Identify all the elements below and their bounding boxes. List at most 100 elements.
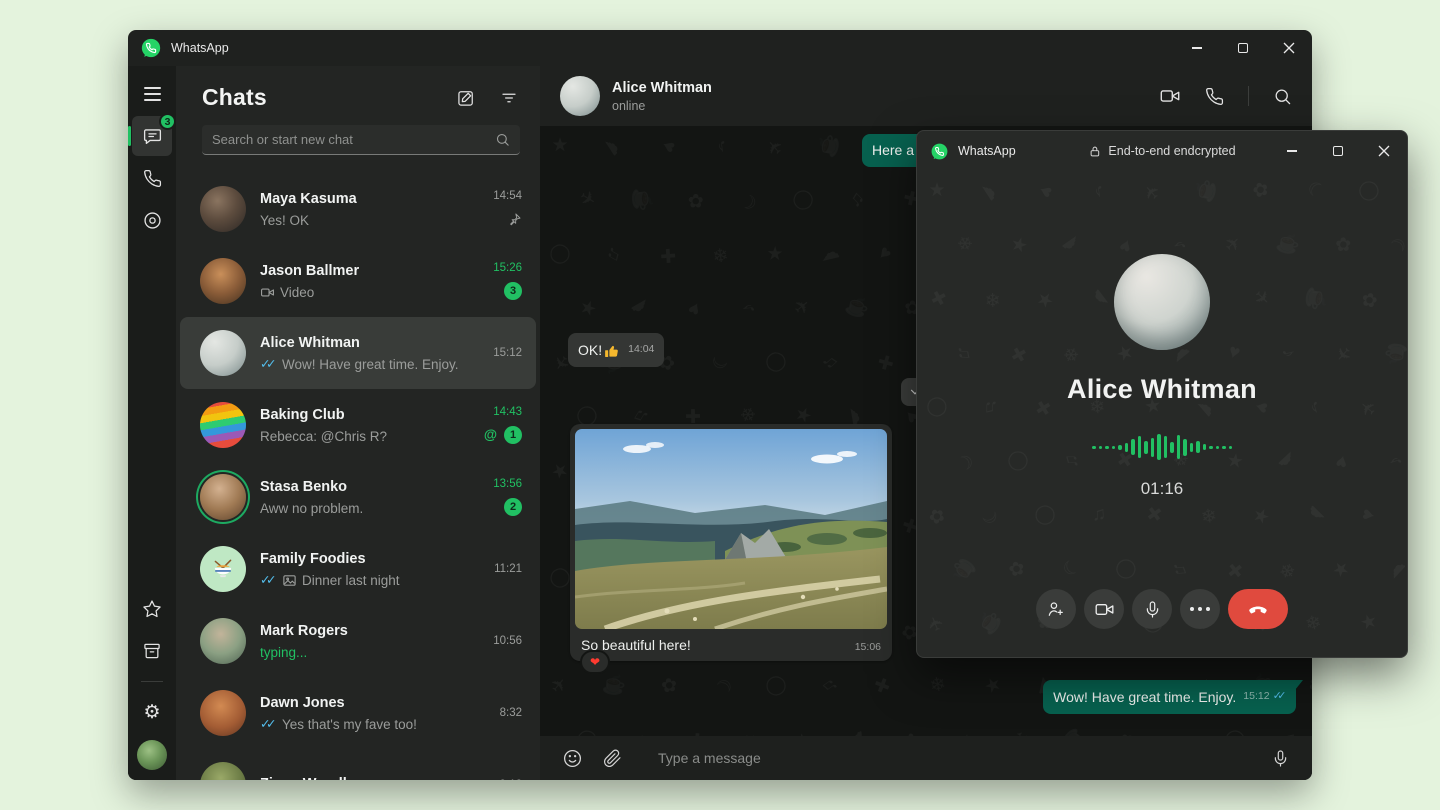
menu-button[interactable] [132,74,172,114]
attach-button[interactable] [603,749,622,768]
nav-chats[interactable]: 3 [132,116,172,156]
chats-icon [142,126,163,147]
chats-title: Chats [202,84,267,111]
chat-name: Maya Kasuma [260,189,473,209]
more-icon [1190,607,1210,611]
chat-list-item[interactable]: Stasa BenkoAww no problem.13:562 [180,461,536,533]
nav-settings[interactable]: ⚙ [132,692,172,732]
add-participant-button[interactable] [1036,589,1076,629]
chat-timestamp: 11:21 [494,563,522,576]
chat-list-item[interactable]: Maya KasumaYes! OK14:54 [180,173,536,245]
chat-list-item[interactable]: Ziggy Woodley 9:12 [180,749,536,780]
chat-avatar [200,690,246,736]
chat-list-item[interactable]: Mark Rogerstyping...10:56 [180,605,536,677]
mention-indicator: @ [484,426,497,444]
chat-avatar [200,330,246,376]
rail-divider [141,681,163,682]
maximize-button[interactable] [1220,30,1266,66]
profile-avatar[interactable] [137,740,167,770]
voice-call-button[interactable] [1205,87,1224,106]
chat-list-item[interactable]: Jason Ballmer Video 15:26 3 [180,245,536,317]
message-incoming[interactable]: OK! 14:04 [568,333,664,367]
call-maximize-button[interactable] [1315,131,1361,171]
search-in-chat-button[interactable] [1273,87,1292,106]
chat-name: Family Foodies [260,549,474,569]
chats-panel: Chats [176,66,540,780]
conversation-header[interactable]: Alice Whitman online [540,66,1312,126]
search-placeholder: Search or start new chat [212,132,495,147]
chat-list-item[interactable]: Baking ClubRebecca: @Chris R?14:43@1 [180,389,536,461]
call-minimize-button[interactable] [1269,131,1315,171]
chat-name: Alice Whitman [260,333,473,353]
chat-name: Ziggy Woodley [260,774,480,780]
chat-avatar [200,474,246,520]
paperclip-icon [603,749,622,768]
end-call-icon [1246,597,1270,621]
call-titlebar: WhatsApp End-to-end endcrypted [917,131,1407,171]
read-receipt-icon: ✓✓ [1273,687,1286,706]
message-image[interactable]: So beautiful here! 15:06 ❤ [570,424,892,661]
toggle-mic-button[interactable] [1132,589,1172,629]
minimize-button[interactable] [1174,30,1220,66]
active-indicator [128,126,131,146]
end-call-button[interactable] [1228,589,1288,629]
nav-archived[interactable] [132,631,172,671]
chat-avatar [200,258,246,304]
filter-icon [500,89,518,107]
emoji-icon [562,748,583,769]
contact-name: Alice Whitman [612,79,712,97]
new-chat-button[interactable] [456,88,476,108]
message-outgoing[interactable]: Wow! Have great time. Enjoy. 15:12 ✓✓ [1043,680,1296,714]
callee-name: Alice Whitman [917,374,1407,405]
heart-reaction[interactable]: ❤ [580,650,610,674]
call-wallpaper-pattern: ★☁♥♪✈☕✿☾◯♫✚❄★☁♥♪✈☕✿☾◯♫✚❄★☁♥♪✈☕✿☾◯♫✚❄★☁♥♪… [917,171,1407,657]
chat-name: Dawn Jones [260,693,480,713]
message-time: 15:06 [843,641,881,653]
whatsapp-logo-icon [930,142,949,161]
chat-preview: Video [260,283,473,302]
unread-badge: 1 [504,426,522,444]
voice-waveform [917,433,1407,461]
message-time: 14:04 [628,340,654,360]
main-titlebar: WhatsApp [128,30,1312,66]
toggle-video-button[interactable] [1084,589,1124,629]
call-controls [917,589,1407,629]
chat-name: Jason Ballmer [260,261,473,281]
emoji-button[interactable] [562,748,583,769]
chat-preview: Yes! OK [260,211,473,230]
chat-list-item[interactable]: Family Foodies✓✓Dinner last night11:21 [180,533,536,605]
chat-timestamp: 13:56 [493,478,522,491]
chat-timestamp: 15:26 [493,262,522,275]
chat-timestamp: 15:12 [493,347,522,360]
encryption-label: End-to-end endcrypted [1108,144,1235,158]
shared-photo[interactable] [575,429,887,629]
header-divider [1248,86,1249,106]
window-title: WhatsApp [171,41,229,55]
nav-calls[interactable] [132,158,172,198]
chat-timestamp: 9:12 [500,779,522,781]
chat-timestamp: 8:32 [500,707,522,720]
pin-icon [507,212,522,227]
voice-record-button[interactable] [1271,749,1290,768]
filter-chats-button[interactable] [500,89,518,107]
more-options-button[interactable] [1180,589,1220,629]
settings-icon: ⚙ [143,703,160,722]
close-button[interactable] [1266,30,1312,66]
whatsapp-call-window: WhatsApp End-to-end endcrypted ★☁♥♪✈☕✿☾◯… [916,130,1408,658]
message-text: Here a [872,141,914,160]
message-input[interactable]: Type a message [642,750,1251,766]
chat-list-item[interactable]: Dawn Jones✓✓Yes that's my fave too!8:32 [180,677,536,749]
nav-status[interactable] [132,200,172,240]
search-chat-input[interactable]: Search or start new chat [202,125,520,155]
call-close-button[interactable] [1361,131,1407,171]
chat-avatar [200,762,246,780]
nav-starred[interactable] [132,589,172,629]
chat-list-item[interactable]: Alice Whitman✓✓Wow! Have great time. Enj… [180,317,536,389]
star-icon [142,599,162,619]
desktop: WhatsApp 3 [0,0,1440,810]
video-call-button[interactable] [1159,85,1181,107]
call-duration: 01:16 [917,479,1407,499]
unread-badge: 3 [504,282,522,300]
contact-avatar[interactable] [560,76,600,116]
microphone-icon [1143,600,1162,619]
